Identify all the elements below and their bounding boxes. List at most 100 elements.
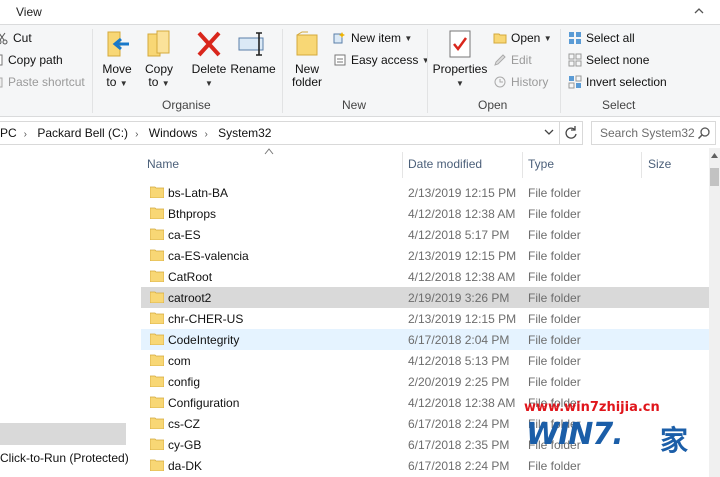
new-item-icon: [333, 32, 345, 44]
nav-item-selected[interactable]: [0, 423, 126, 445]
file-date: 2/13/2019 12:15 PM: [408, 312, 517, 326]
new-folder-icon: [291, 28, 323, 60]
group-label-open: Open: [478, 98, 508, 112]
table-row[interactable]: ca-ES-valencia 2/13/2019 12:15 PM File fol…: [141, 245, 719, 266]
file-date: 2/20/2019 2:25 PM: [408, 375, 510, 389]
file-name: chr-CHER-US: [168, 312, 244, 326]
column-header-date[interactable]: Date modified: [408, 157, 482, 171]
file-type: File folder: [528, 207, 581, 221]
search-box[interactable]: Search System32: [591, 121, 716, 145]
tab-view[interactable]: View: [16, 5, 42, 19]
history-button[interactable]: History: [493, 75, 548, 89]
file-date: 6/17/2018 2:35 PM: [408, 438, 510, 452]
rename-button[interactable]: Rename: [230, 28, 276, 76]
folder-icon: [150, 186, 164, 198]
scissors-icon: [0, 32, 8, 45]
column-divider[interactable]: [522, 152, 523, 178]
copy-to-icon: [143, 28, 175, 60]
chevron-up-icon[interactable]: [692, 4, 706, 18]
scrollbar-thumb[interactable]: [710, 168, 719, 186]
file-date: 4/12/2018 12:38 AM: [408, 207, 516, 221]
table-row[interactable]: chr-CHER-US 2/13/2019 12:15 PM File folder: [141, 308, 719, 329]
file-date: 2/19/2019 3:26 PM: [408, 291, 510, 305]
select-all-button[interactable]: Select all: [568, 31, 635, 45]
edit-button[interactable]: Edit: [493, 53, 532, 67]
table-row[interactable]: bs-Latn-BA 2/13/2019 12:15 PM File folder: [141, 182, 719, 203]
file-name: catroot2: [168, 291, 212, 305]
ribbon-separator: [560, 29, 561, 113]
file-date: 4/12/2018 12:38 AM: [408, 270, 516, 284]
table-row[interactable]: Bthprops 4/12/2018 12:38 AM File folder: [141, 203, 719, 224]
group-label-select: Select: [602, 98, 636, 112]
invert-selection-button[interactable]: Invert selection: [568, 75, 667, 89]
select-none-button[interactable]: Select none: [568, 53, 649, 67]
open-button[interactable]: Open ▼: [493, 31, 552, 45]
folder-icon: [150, 438, 164, 450]
scroll-up-icon[interactable]: [711, 152, 718, 158]
file-type: File folder: [528, 354, 581, 368]
address-bar[interactable]: PC › Packard Bell (C:) › Windows › System32: [0, 121, 583, 145]
file-date: 4/12/2018 5:17 PM: [408, 228, 510, 242]
new-folder-button[interactable]: New folder: [289, 28, 325, 89]
breadcrumb-windows[interactable]: Windows: [149, 126, 198, 140]
table-row[interactable]: ca-ES 4/12/2018 5:17 PM File folder: [141, 224, 719, 245]
file-type: File folder: [528, 291, 581, 305]
cut-button[interactable]: Cut: [0, 31, 32, 45]
file-name: com: [168, 354, 191, 368]
copy-path-button[interactable]: Copy path: [0, 53, 63, 67]
open-folder-icon: [493, 33, 507, 44]
file-date: 6/17/2018 2:04 PM: [408, 333, 510, 347]
nav-item-click-to-run[interactable]: Click-to-Run (Protected): [0, 451, 129, 465]
table-row[interactable]: com 4/12/2018 5:13 PM File folder: [141, 350, 719, 371]
file-name: config: [168, 375, 201, 389]
file-name: Configuration: [168, 396, 240, 410]
paste-shortcut-icon: [0, 77, 3, 88]
easy-access-button[interactable]: Easy access ▼: [333, 53, 430, 67]
folder-icon: [150, 291, 164, 303]
file-name: CodeIntegrity: [168, 333, 240, 347]
copy-to-button[interactable]: Copy to ▼: [142, 28, 176, 90]
file-type: File folder: [528, 186, 581, 200]
file-name: cy-GB: [168, 438, 202, 452]
easy-access-icon: [334, 54, 346, 66]
move-to-button[interactable]: Move to ▼: [100, 28, 134, 90]
breadcrumb-pc[interactable]: PC: [0, 126, 17, 140]
folder-icon: [150, 228, 164, 240]
column-header-name[interactable]: Name: [147, 157, 179, 171]
table-row[interactable]: CodeIntegrity 6/17/2018 2:04 PM File folde…: [141, 329, 719, 350]
new-item-button[interactable]: New item ▼: [333, 31, 412, 45]
file-date: 2/13/2019 12:15 PM: [408, 186, 517, 200]
file-type: File folder: [528, 312, 581, 326]
search-input[interactable]: Search System32: [600, 126, 695, 140]
file-name: ca-ES: [168, 228, 201, 242]
folder-icon: [150, 207, 164, 219]
delete-button[interactable]: Delete ▼: [190, 28, 228, 90]
file-date: 4/12/2018 12:38 AM: [408, 396, 516, 410]
folder-icon: [150, 375, 164, 387]
folder-icon: [150, 270, 164, 282]
table-row[interactable]: CatRoot 4/12/2018 12:38 AM File folder: [141, 266, 719, 287]
copy-path-icon: [0, 54, 3, 66]
file-name: da-DK: [168, 459, 203, 473]
paste-shortcut-button[interactable]: Paste shortcut: [0, 75, 85, 89]
file-type: File folder: [528, 228, 581, 242]
properties-button[interactable]: Properties ▼: [432, 28, 488, 90]
breadcrumb-drive[interactable]: Packard Bell (C:): [37, 126, 128, 140]
folder-icon: [150, 459, 164, 471]
breadcrumb-system32[interactable]: System32: [218, 126, 271, 140]
column-header-type[interactable]: Type: [528, 157, 554, 171]
watermark-logo-text: WIN7.: [526, 417, 624, 452]
breadcrumb-separator-icon: ›: [23, 129, 28, 140]
column-header-size[interactable]: Size: [648, 157, 671, 171]
chevron-down-icon[interactable]: [542, 125, 556, 139]
ribbon-separator: [282, 29, 283, 113]
folder-icon: [150, 312, 164, 324]
folder-icon: [150, 396, 164, 408]
watermark-logo-cn: 家: [660, 425, 689, 456]
table-row[interactable]: config 2/20/2019 2:25 PM File folder: [141, 371, 719, 392]
column-divider[interactable]: [641, 152, 642, 178]
column-divider[interactable]: [402, 152, 403, 178]
delete-x-icon: [193, 28, 225, 60]
refresh-button[interactable]: [559, 122, 582, 144]
table-row[interactable]: catroot2 2/19/2019 3:26 PM File folder: [141, 287, 719, 308]
